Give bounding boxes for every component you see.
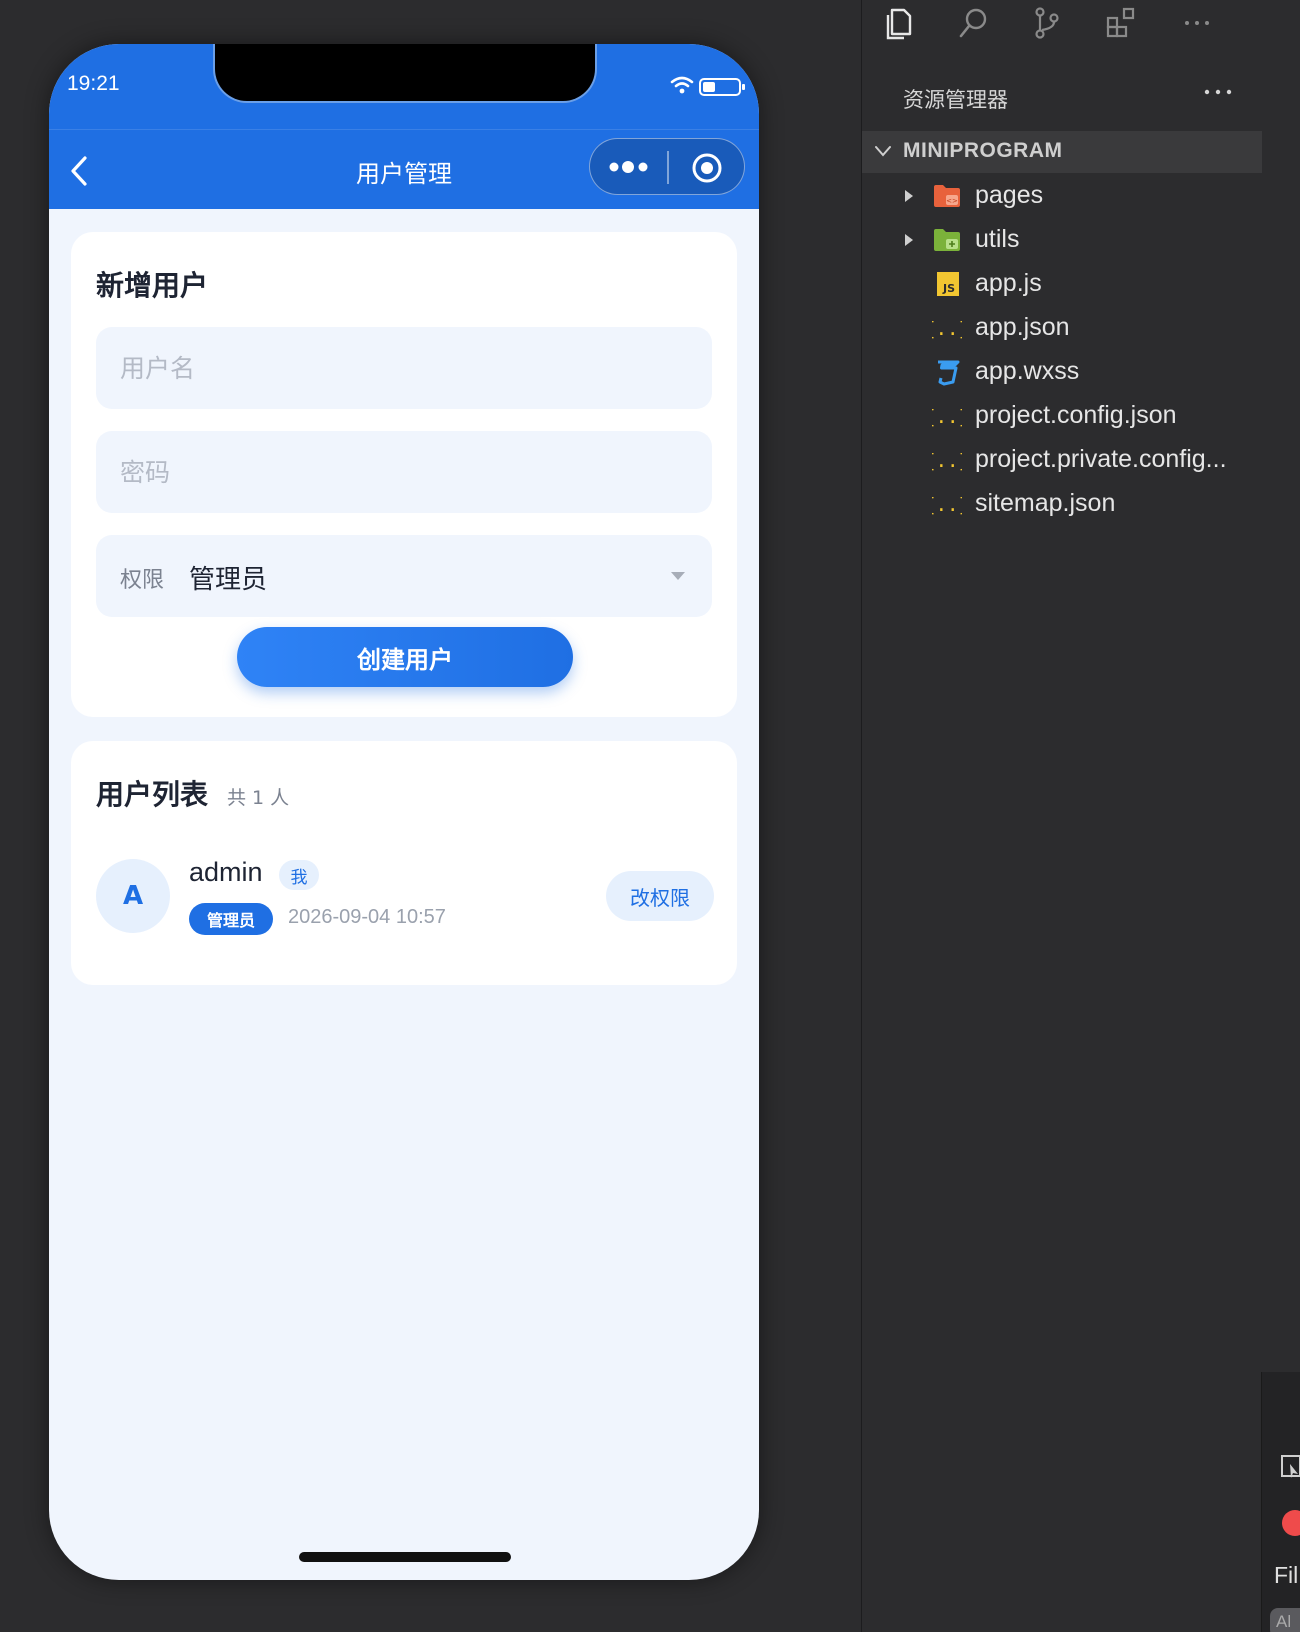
user-row: A admin 我 管理员 2026-09-04 10:57 改权限 xyxy=(96,857,714,935)
tree-item-utils[interactable]: utils xyxy=(862,219,1262,261)
file-label: sitemap.json xyxy=(975,489,1116,517)
role-picker[interactable]: 权限 管理员 xyxy=(96,535,712,617)
change-role-button[interactable]: 改权限 xyxy=(606,871,714,921)
add-user-title: 新增用户 xyxy=(96,269,209,302)
filter-label: Fil xyxy=(1274,1562,1299,1588)
file-label: utils xyxy=(975,225,1020,253)
add-user-card: 新增用户 权限 管理员 创建用户 xyxy=(71,232,737,717)
chevron-right-icon[interactable] xyxy=(904,233,914,247)
battery-icon xyxy=(699,78,745,96)
avatar: A xyxy=(96,859,170,933)
tree-item-sitemap[interactable]: {..} sitemap.json xyxy=(862,483,1262,525)
tree-item-app-wxss[interactable]: app.wxss xyxy=(862,351,1262,393)
record-icon[interactable] xyxy=(1282,1510,1300,1536)
explorer-panel: 资源管理器 MINIPROGRAM <> pages utils JS app.… xyxy=(861,0,1262,1632)
file-label: app.js xyxy=(975,269,1042,297)
file-label: project.config.json xyxy=(975,401,1177,429)
username: admin xyxy=(189,857,263,887)
svg-text:{..}: {..} xyxy=(932,450,962,472)
json-file-icon: {..} xyxy=(932,318,962,340)
screen: 19:21 用户管理 新增用户 用户名 权限 管理员 创建用户 用户列表 共 1… xyxy=(0,0,1300,1632)
svg-text:<>: <> xyxy=(946,197,958,205)
caret-down-icon[interactable] xyxy=(670,571,686,581)
tree-item-app-js[interactable]: JS app.js xyxy=(862,263,1262,305)
json-file-icon: {..} xyxy=(932,494,962,516)
user-list-card: 用户列表 共 1 人 A admin 我 管理员 2026-09-04 10:5… xyxy=(71,741,737,985)
chevron-right-icon[interactable] xyxy=(904,189,914,203)
role-value[interactable]: 管理员 xyxy=(189,559,267,596)
js-file-icon: JS xyxy=(937,272,959,296)
file-label: project.private.config... xyxy=(975,445,1227,473)
user-list-title: 用户列表 xyxy=(96,778,209,811)
svg-text:{..}: {..} xyxy=(932,494,962,516)
chevron-down-icon[interactable] xyxy=(874,144,892,158)
json-file-icon: {..} xyxy=(932,406,962,428)
svg-text:{..}: {..} xyxy=(932,406,962,428)
user-count: 共 1 人 xyxy=(227,787,290,809)
activity-bar xyxy=(862,0,1262,60)
password-input[interactable] xyxy=(120,431,690,513)
menu-capsule xyxy=(589,138,745,195)
filter-chip[interactable]: Al xyxy=(1270,1608,1300,1632)
more-actions-icon[interactable] xyxy=(1180,6,1214,40)
source-control-icon[interactable] xyxy=(1030,6,1064,40)
tree-item-project-private-config[interactable]: {..} project.private.config... xyxy=(862,439,1262,481)
explorer-title: 资源管理器 xyxy=(903,88,1008,112)
folder-pages-icon: <> xyxy=(934,185,960,207)
tree-item-project-config[interactable]: {..} project.config.json xyxy=(862,395,1262,437)
status-time: 19:21 xyxy=(67,72,120,95)
svg-text:JS: JS xyxy=(942,282,955,295)
json-file-icon: {..} xyxy=(932,450,962,472)
status-bar: 19:21 xyxy=(49,44,759,129)
created-at: 2026-09-04 10:57 xyxy=(288,906,446,928)
extensions-icon[interactable] xyxy=(1104,6,1138,40)
files-icon[interactable] xyxy=(882,6,916,40)
role-badge: 管理员 xyxy=(189,903,273,935)
close-miniprogram-icon[interactable] xyxy=(690,151,724,185)
css-file-icon xyxy=(938,360,960,386)
home-indicator xyxy=(299,1552,511,1562)
folder-utils-icon xyxy=(934,229,960,251)
file-label: app.wxss xyxy=(975,357,1080,385)
username-input[interactable] xyxy=(120,327,690,409)
phone-simulator: 19:21 用户管理 新增用户 用户名 权限 管理员 创建用户 用户列表 共 1… xyxy=(49,44,759,1580)
role-label: 权限 xyxy=(120,568,165,593)
section-label: MINIPROGRAM xyxy=(903,139,1063,162)
password-field[interactable] xyxy=(96,431,712,513)
capsule-divider xyxy=(667,151,669,184)
devtools-edge: Fil Al xyxy=(1261,1372,1300,1632)
create-user-button[interactable]: 创建用户 xyxy=(237,627,573,687)
nav-bar: 用户管理 xyxy=(49,129,759,209)
svg-text:{..}: {..} xyxy=(932,318,962,340)
username-field[interactable] xyxy=(96,327,712,409)
wifi-icon xyxy=(670,76,694,94)
tree-item-pages[interactable]: <> pages xyxy=(862,175,1262,217)
file-label: app.json xyxy=(975,313,1070,341)
me-badge: 我 xyxy=(279,860,319,890)
notch xyxy=(213,44,597,103)
inspect-icon[interactable] xyxy=(1280,1454,1300,1480)
search-icon[interactable] xyxy=(956,6,990,40)
tree-item-app-json[interactable]: {..} app.json xyxy=(862,307,1262,349)
explorer-more-icon[interactable] xyxy=(1202,86,1234,98)
file-label: pages xyxy=(975,181,1044,209)
more-dots-icon[interactable] xyxy=(608,157,650,177)
section-header-miniprogram[interactable]: MINIPROGRAM xyxy=(862,131,1262,173)
